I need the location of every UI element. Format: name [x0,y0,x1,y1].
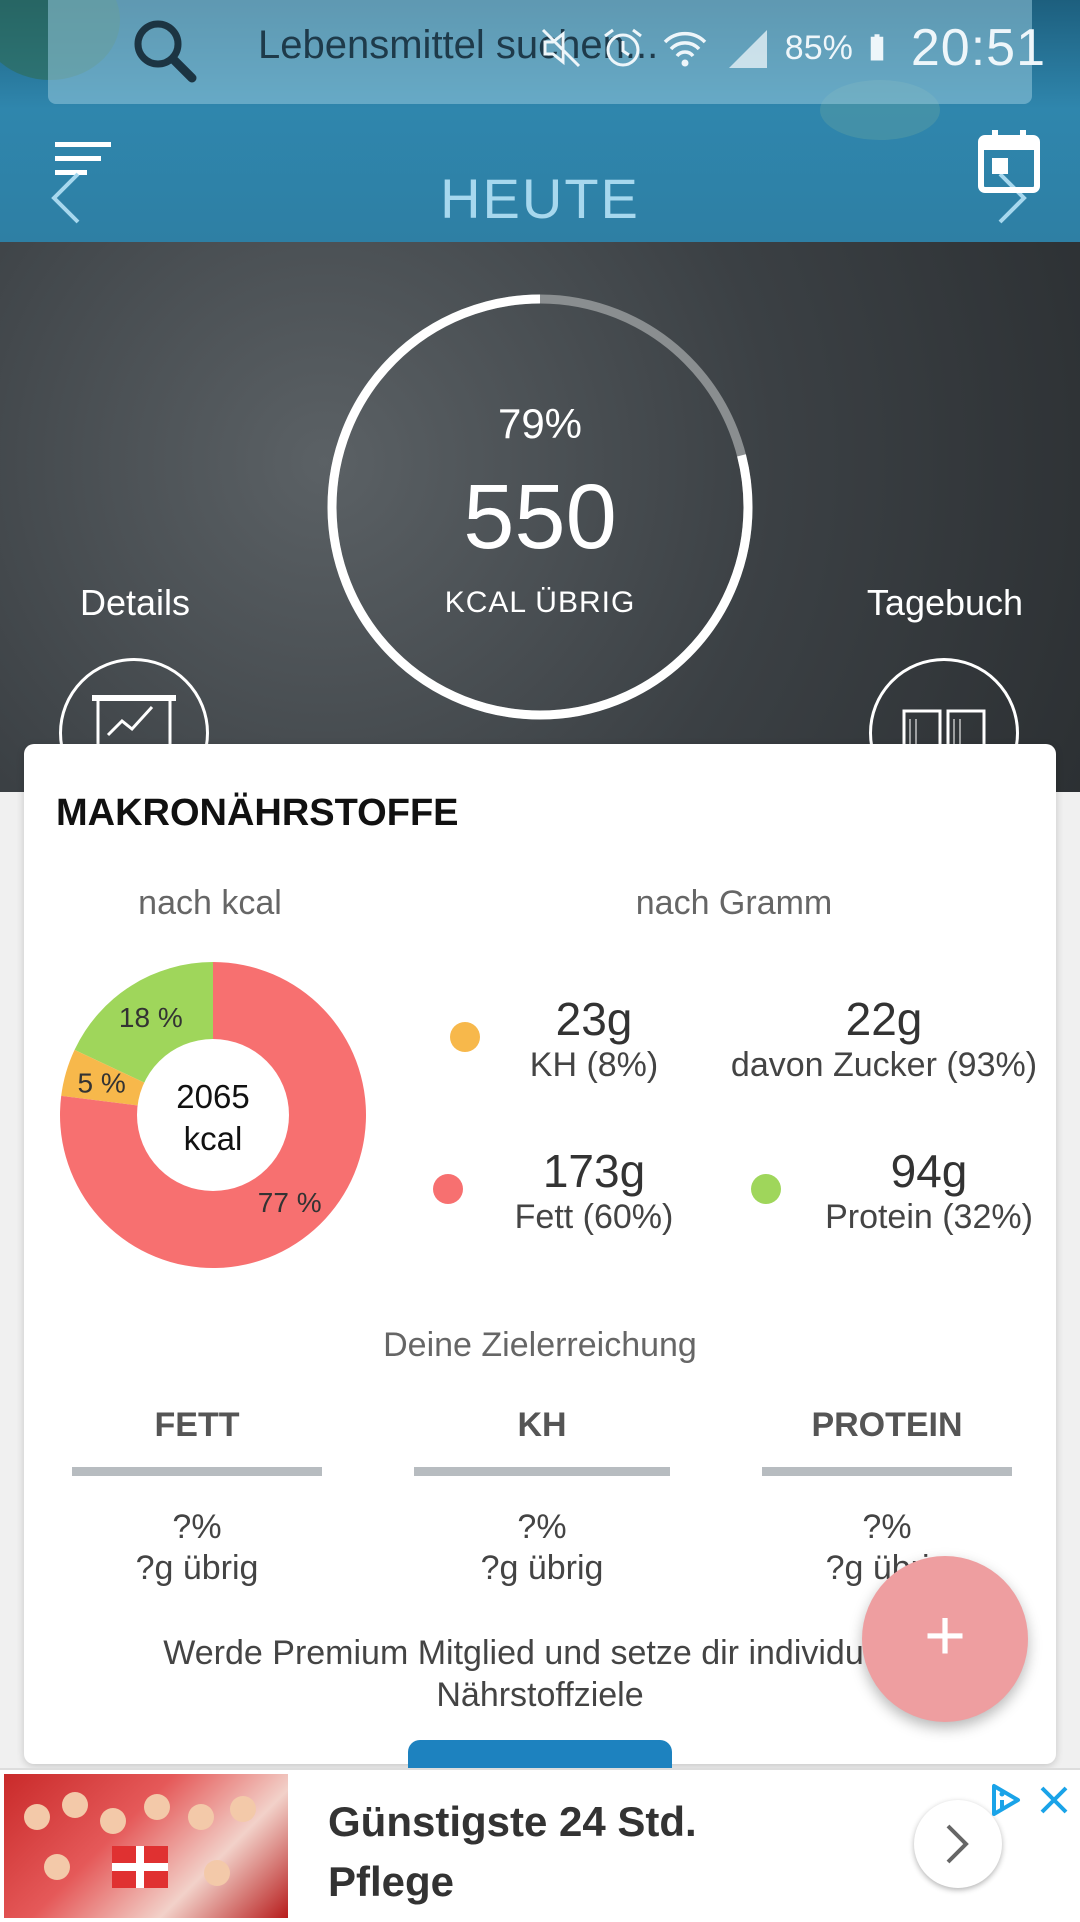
app-header: Lebensmittel suchen... 85% 20:51 HEUTE [0,0,1080,242]
goal-fat: FETT ?% ?g übrig [72,1406,322,1588]
premium-promo-text: Werde Premium Mitglied und setze dir ind… [163,1634,917,1714]
close-icon[interactable] [1036,1782,1072,1818]
premium-button[interactable] [408,1740,672,1770]
protein-dot [751,1174,781,1204]
goal-protein-bar [762,1467,1012,1476]
macro-card-title: MAKRONÄHRSTOFFE [56,792,459,834]
fat-dot [433,1174,463,1204]
ad-headline[interactable]: Günstigste 24 Std. Pflege [328,1792,798,1912]
goal-fat-left: ?g übrig [135,1549,259,1587]
goals-title: Deine Zielerreichung [383,1326,697,1364]
fat-value: 173g [542,1145,646,1197]
sugar-value: 22g [845,993,923,1045]
donut-total-unit: kcal [184,1120,243,1157]
goal-fat-bar [72,1467,322,1476]
donut-label-fett: 77 % [258,1187,322,1218]
add-entry-button[interactable]: + [862,1556,1028,1722]
adchoices-icon[interactable] [988,1782,1024,1818]
protein-stat: 94g Protein (32%) [784,1144,1074,1237]
page-title: HEUTE [440,167,640,230]
status-bar: 85% 20:51 [537,8,1046,88]
protein-value: 94g [890,1145,968,1197]
clock: 20:51 [910,19,1046,77]
goal-carbs-name: KH [517,1406,567,1444]
details-label[interactable]: Details [5,582,265,624]
fat-label: Fett (60%) [514,1198,674,1236]
goal-protein-name: PROTEIN [811,1406,963,1444]
goal-carbs-left: ?g übrig [480,1549,604,1587]
carbs-label: KH (8%) [529,1046,659,1084]
calendar-icon[interactable] [978,128,1040,194]
chevron-right-icon [946,1824,969,1864]
battery-percent: 85% [784,28,853,67]
battery-icon [870,34,884,61]
mute-icon [541,28,580,68]
signal-icon [728,30,767,68]
goal-fat-percent: ?% [172,1508,222,1546]
ad-banner[interactable]: Günstigste 24 Std. Pflege [0,1768,1080,1922]
alarm-icon [603,28,642,67]
fat-stat: 173g Fett (60%) [464,1144,724,1237]
donut-total-value: 2065 [176,1078,249,1115]
goal-carbs-percent: ?% [517,1508,567,1546]
goal-carbs: KH ?% ?g übrig [414,1406,670,1588]
donut-label-protein: 18 % [119,1002,183,1033]
sugar-stat: 22g davon Zucker (93%) [724,992,1044,1085]
sugar-label: davon Zucker (93%) [730,1046,1038,1084]
donut-hole [137,1039,289,1191]
ad-image[interactable] [4,1774,288,1918]
diary-label[interactable]: Tagebuch [815,582,1075,624]
remaining-kcal-value: 550 [463,466,617,568]
by-kcal-header: nach kcal [138,884,282,922]
goal-protein-percent: ?% [862,1508,912,1546]
by-gram-header: nach Gramm [635,884,833,922]
wifi-icon [663,31,707,67]
goal-carbs-bar [414,1467,670,1476]
protein-label: Protein (32%) [825,1198,1033,1236]
goal-fat-name: FETT [154,1406,240,1444]
progress-percent: 79% [497,400,583,447]
carbs-stat: 23g KH (8%) [464,992,724,1085]
carbs-value: 23g [555,993,633,1045]
search-icon[interactable] [126,12,206,92]
donut-label-kh: 5 % [77,1068,125,1099]
macro-donut-chart: 2065 kcal 18 % 5 % 77 % [60,962,367,1268]
